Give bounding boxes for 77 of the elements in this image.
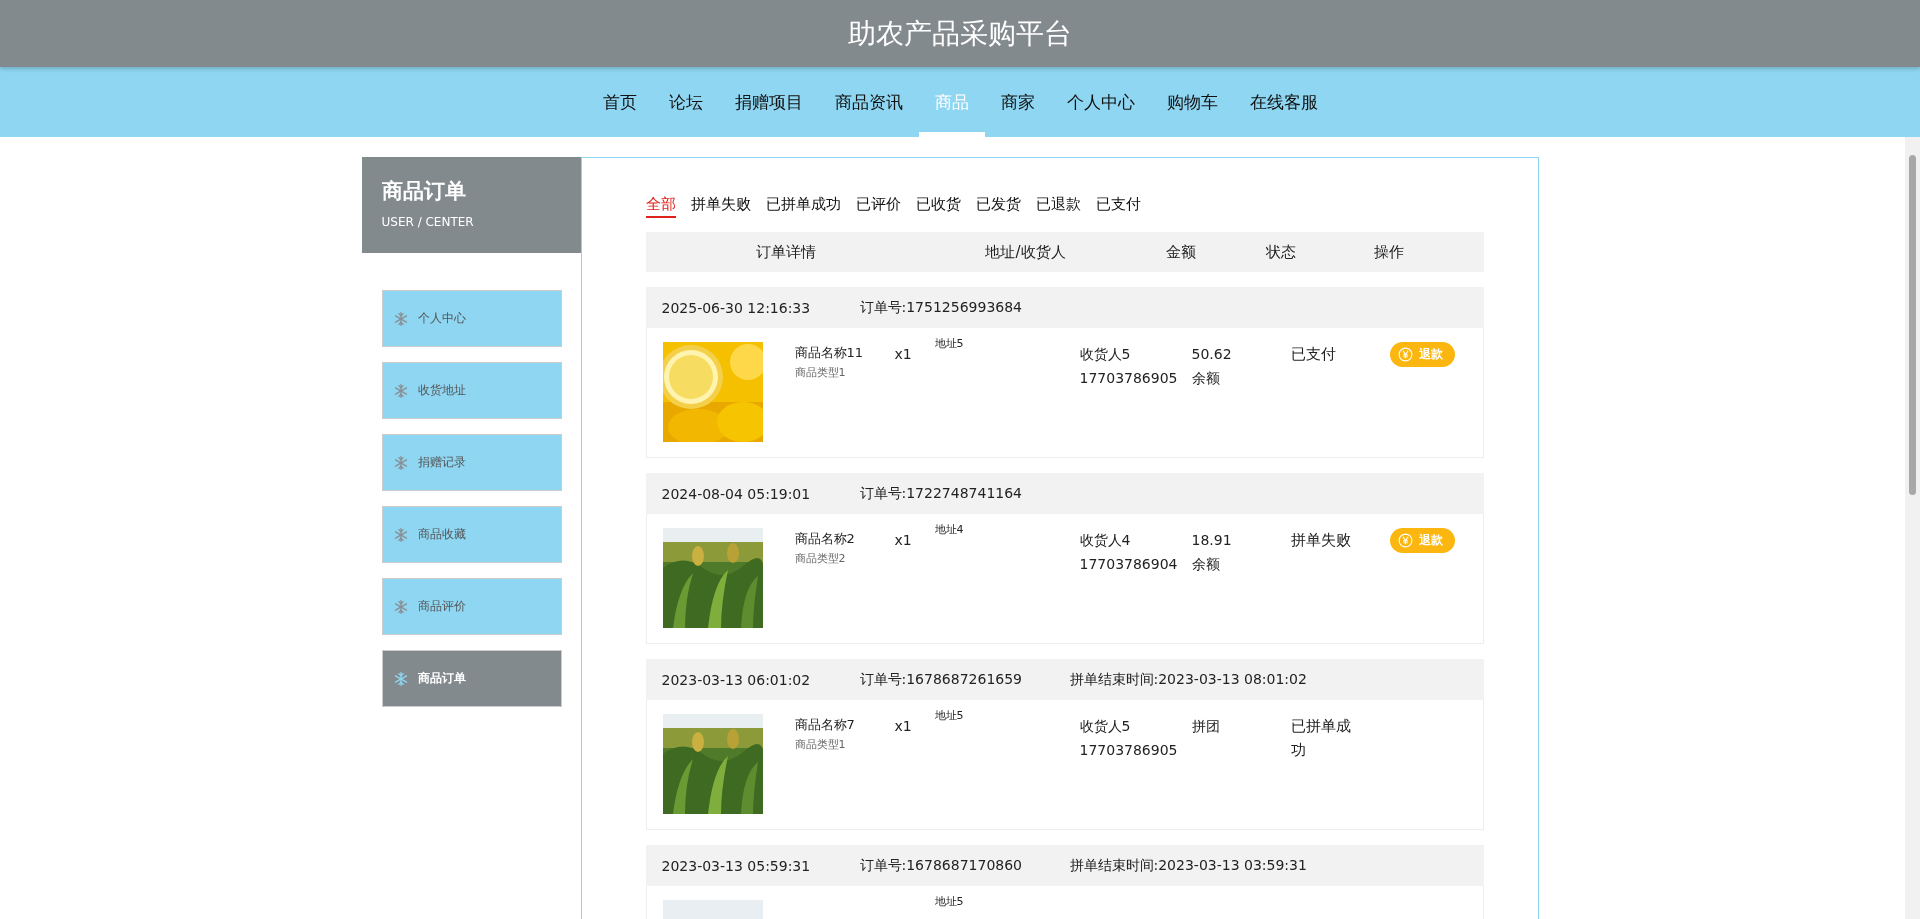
- filter-tab[interactable]: 拼单失败: [690, 195, 751, 218]
- nav-link[interactable]: 捐赠项目: [718, 67, 819, 137]
- receiver-phone: 17703786904: [1079, 555, 1179, 574]
- filter-tab[interactable]: 已退款: [1035, 195, 1081, 218]
- order-number: 订单号:1678687170860: [859, 856, 1023, 875]
- filter-tab[interactable]: 全部: [645, 195, 676, 218]
- nav-link[interactable]: 论坛: [652, 67, 719, 137]
- address: 地址5: [934, 895, 964, 908]
- order-status: 拼单失败: [1290, 530, 1352, 551]
- order-status: 已拼单成功: [1290, 716, 1352, 761]
- snowflake-icon: [393, 527, 408, 542]
- receiver-phone: 17703786905: [1079, 369, 1179, 388]
- product-name: 商品名称7: [794, 716, 856, 734]
- address: 地址5: [934, 709, 964, 722]
- filter-tab[interactable]: 已拼单成功: [765, 195, 841, 218]
- sidebar-item[interactable]: 商品评价: [381, 578, 562, 635]
- filter-tab[interactable]: 已发货: [975, 195, 1021, 218]
- filter-tab[interactable]: 已收货: [915, 195, 961, 218]
- column-header: 地址/收货人: [985, 242, 1066, 262]
- quantity: x1: [894, 532, 912, 548]
- receiver-name: 收货人5: [1079, 345, 1132, 364]
- order-time: 2023-03-13 06:01:02: [661, 671, 812, 688]
- snowflake-icon: [393, 671, 408, 686]
- group-end-time: 拼单结束时间:2023-03-13 08:01:02: [1069, 670, 1307, 689]
- nav-link[interactable]: 首页: [586, 67, 653, 137]
- quantity: x1: [894, 718, 912, 734]
- yen-icon: [1397, 533, 1413, 548]
- filter-tab[interactable]: 已支付: [1095, 195, 1141, 218]
- nav-link[interactable]: 商家: [984, 67, 1051, 137]
- payment-method: 余额: [1191, 555, 1221, 574]
- sidebar-subtitle: USER / CENTER: [381, 215, 475, 229]
- site-title: 助农产品采购平台: [848, 15, 1072, 52]
- order-time: 2025-06-30 12:16:33: [661, 299, 812, 316]
- receiver-phone: 17703786905: [1079, 741, 1179, 760]
- nav-link[interactable]: 商品资讯: [818, 67, 919, 137]
- column-header: 操作: [1373, 242, 1404, 262]
- payment-method: 余额: [1191, 369, 1221, 388]
- group-end-time: 拼单结束时间:2023-03-13 03:59:31: [1069, 856, 1307, 875]
- order-number: 订单号:1722748741164: [859, 484, 1023, 503]
- filter-tab[interactable]: 已评价: [855, 195, 901, 218]
- snowflake-icon: [393, 383, 408, 398]
- product-type: 商品类型1: [794, 737, 847, 752]
- receiver-name: 收货人4: [1079, 531, 1132, 550]
- order-time: 2024-08-04 05:19:01: [661, 485, 812, 502]
- product-type: 商品类型1: [794, 365, 847, 380]
- address: 地址5: [934, 337, 964, 350]
- yen-icon: [1397, 347, 1413, 362]
- address: 地址4: [934, 523, 964, 536]
- scrollbar[interactable]: [1905, 137, 1920, 919]
- product-type: 商品类型2: [794, 551, 847, 566]
- sidebar-item[interactable]: 个人中心: [381, 290, 562, 347]
- nav-link[interactable]: 在线客服: [1233, 67, 1334, 137]
- snowflake-icon: [393, 455, 408, 470]
- sidebar-title: 商品订单: [381, 178, 467, 205]
- nav-link[interactable]: 购物车: [1150, 67, 1234, 137]
- order-time: 2023-03-13 05:59:31: [661, 857, 812, 874]
- sidebar-item[interactable]: 收货地址: [381, 362, 562, 419]
- amount: 18.91: [1191, 531, 1233, 550]
- column-header: 订单详情: [755, 242, 816, 262]
- receiver-name: 收货人5: [1079, 717, 1132, 736]
- snowflake-icon: [393, 599, 408, 614]
- sidebar-item[interactable]: 商品订单: [381, 650, 562, 707]
- sidebar-item[interactable]: 商品收藏: [381, 506, 562, 563]
- order-status: 已支付: [1290, 344, 1337, 365]
- column-header: 状态: [1265, 242, 1296, 262]
- quantity: x1: [894, 346, 912, 362]
- column-header: 金额: [1165, 242, 1196, 262]
- snowflake-icon: [393, 311, 408, 326]
- product-name: 商品名称11: [794, 344, 865, 362]
- nav-link[interactable]: 个人中心: [1050, 67, 1151, 137]
- amount: 50.62: [1191, 345, 1233, 364]
- order-number: 订单号:1678687261659: [859, 670, 1023, 689]
- scrollbar-thumb[interactable]: [1909, 155, 1916, 495]
- sidebar-item[interactable]: 捐赠记录: [381, 434, 562, 491]
- amount: 拼团: [1191, 717, 1221, 736]
- product-name: 商品名称2: [794, 530, 856, 548]
- order-number: 订单号:1751256993684: [859, 298, 1023, 317]
